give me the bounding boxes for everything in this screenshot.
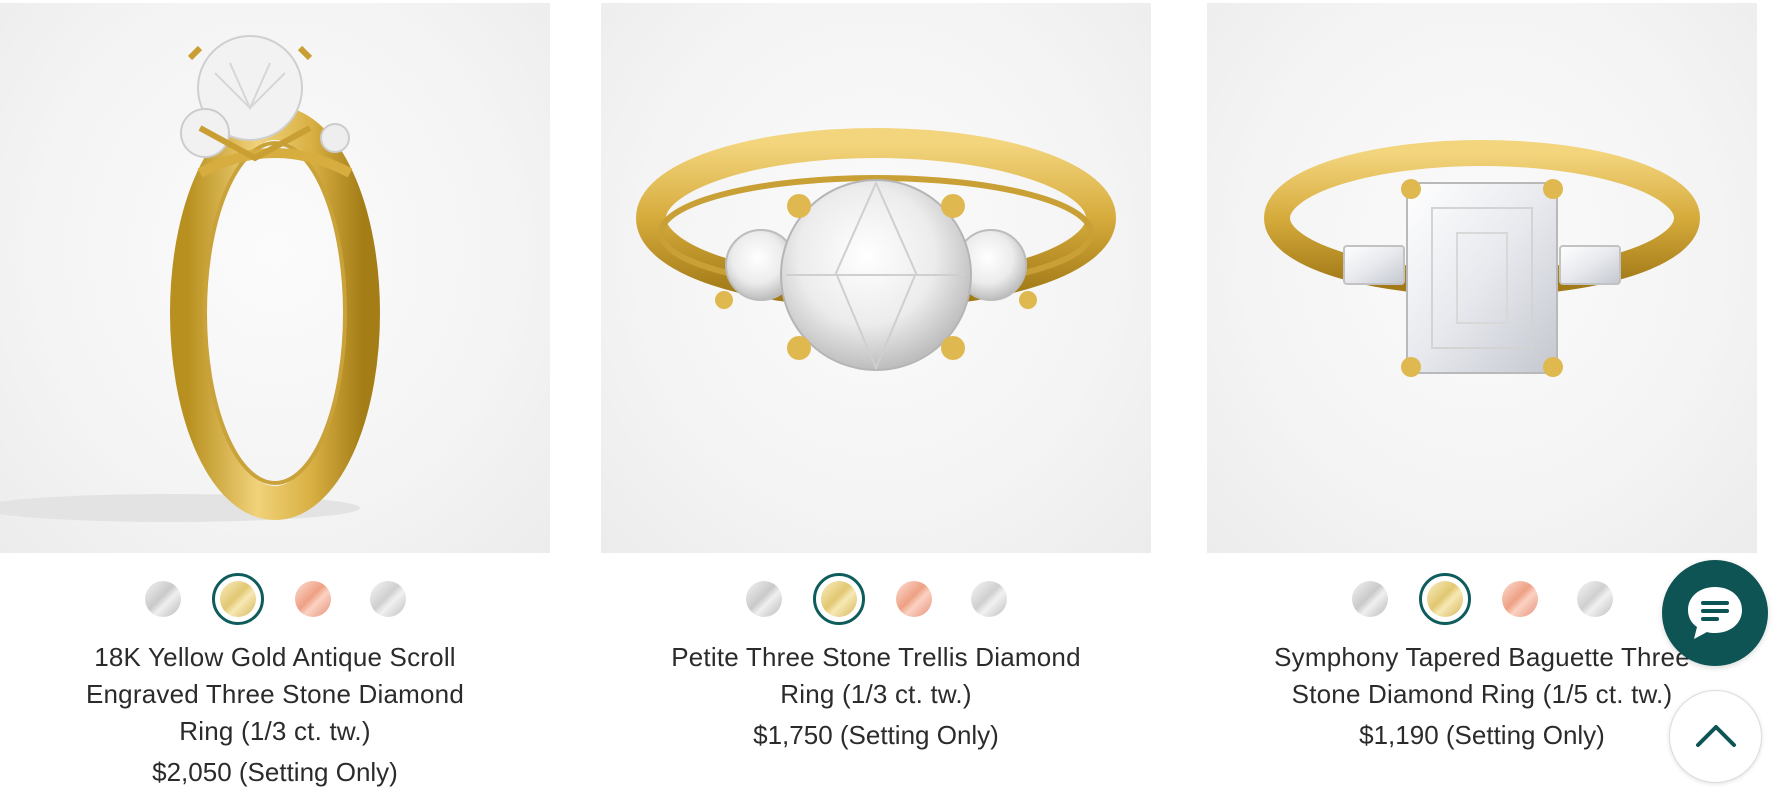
ring-image-baguette <box>1264 140 1700 377</box>
product-price: $1,750 (Setting Only) <box>753 720 999 750</box>
product-image[interactable] <box>0 3 550 553</box>
chevron-up-icon <box>1696 725 1736 747</box>
product-image[interactable] <box>601 3 1151 553</box>
swatch-rose-gold[interactable] <box>294 581 331 617</box>
metal-swatches <box>601 573 1151 625</box>
product-price: $2,050 (Setting Only) <box>152 757 398 787</box>
product-image[interactable] <box>1207 3 1757 553</box>
back-to-top-button[interactable] <box>1669 690 1762 783</box>
product-card: 18K Yellow Gold Antique Scroll Engraved … <box>0 3 550 790</box>
swatch-rose-gold[interactable] <box>895 581 932 617</box>
swatch-white-gold[interactable] <box>1351 581 1388 617</box>
swatch-yellow-gold[interactable] <box>812 573 865 625</box>
product-grid: 18K Yellow Gold Antique Scroll Engraved … <box>0 0 1781 802</box>
product-title[interactable]: Petite Three Stone Trellis Diamond Ring … <box>661 639 1091 713</box>
ring-image-engraved <box>0 35 380 522</box>
swatch-white-gold[interactable] <box>745 581 782 617</box>
product-title[interactable]: 18K Yellow Gold Antique Scroll Engraved … <box>65 639 485 750</box>
product-title[interactable]: Symphony Tapered Baguette Three Stone Di… <box>1262 639 1702 713</box>
product-card: Petite Three Stone Trellis Diamond Ring … <box>601 3 1151 753</box>
swatch-yellow-gold[interactable] <box>211 573 264 625</box>
metal-swatches <box>0 573 550 625</box>
swatch-platinum[interactable] <box>369 581 406 617</box>
swatch-platinum[interactable] <box>970 581 1007 617</box>
swatch-yellow-gold[interactable] <box>1418 573 1471 625</box>
chat-bubble-icon <box>1688 587 1742 639</box>
chat-button[interactable] <box>1662 560 1768 666</box>
swatch-rose-gold[interactable] <box>1501 581 1538 617</box>
swatch-white-gold[interactable] <box>144 581 181 617</box>
swatch-platinum[interactable] <box>1576 581 1613 617</box>
ring-image-trellis <box>636 128 1116 371</box>
